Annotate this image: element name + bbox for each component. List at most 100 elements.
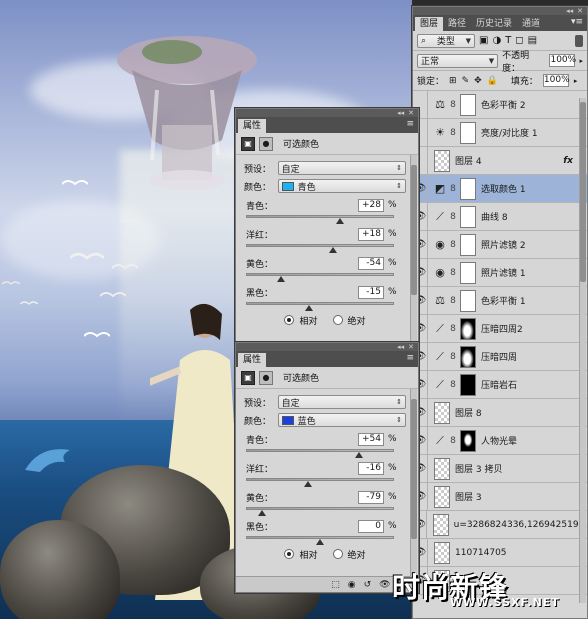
radio-relative[interactable] [284, 315, 295, 325]
slider-track[interactable] [246, 478, 394, 487]
visibility-eye-icon[interactable]: 👁 [379, 580, 390, 590]
slider-thumb[interactable] [336, 218, 345, 224]
lock-transparency-icon[interactable]: ⊞ [449, 76, 457, 86]
close-icon[interactable]: ✕ [408, 109, 414, 117]
tab-properties[interactable]: 属性 [238, 353, 267, 367]
layer-row[interactable]: 👁 ⟋ 8 人物光晕 [413, 427, 587, 455]
link-icon[interactable]: 8 [448, 100, 458, 110]
opacity-input[interactable]: 100% [549, 54, 576, 67]
properties-scrollbar[interactable] [410, 389, 417, 577]
layer-row[interactable]: 👁 图层 8 [413, 399, 587, 427]
mask-icon[interactable]: ● [259, 136, 273, 151]
slider-thumb[interactable] [304, 481, 313, 487]
trash-icon[interactable]: 🗑 [399, 580, 410, 590]
link-icon[interactable]: 8 [448, 128, 458, 138]
selective-color-icon[interactable]: ▣ [241, 370, 255, 385]
link-icon[interactable]: 8 [448, 352, 458, 362]
slider-thumb[interactable] [305, 305, 314, 311]
filter-pixel-icon[interactable]: ▣ [479, 35, 488, 46]
filter-toggle-icon[interactable] [575, 34, 583, 47]
blend-mode-select[interactable]: 正常 ▼ [417, 53, 499, 68]
scrollbar-thumb[interactable] [580, 102, 586, 282]
link-icon[interactable]: 8 [448, 296, 458, 306]
chevron-right-icon[interactable]: ▸ [574, 77, 578, 85]
layer-row[interactable]: 👁 ⟋ 8 压暗四周 [413, 343, 587, 371]
collapse-icon[interactable]: ◂◂ [397, 343, 404, 351]
layer-row[interactable]: 👁 110714705 [413, 539, 587, 567]
slider-track[interactable] [246, 536, 394, 545]
tab-channels[interactable]: 通道 [517, 17, 545, 31]
panel-menu-icon[interactable]: ≡ [406, 353, 414, 363]
panel-grip[interactable]: ◂◂ ✕ [236, 343, 418, 351]
layer-row[interactable]: 👁 ⟋ 8 压暗四周2 [413, 315, 587, 343]
slider-thumb[interactable] [316, 539, 324, 545]
slider-track[interactable] [246, 507, 394, 516]
link-icon[interactable]: 8 [448, 240, 458, 250]
slider-thumb[interactable] [258, 510, 267, 516]
panel-menu-icon[interactable]: ▾≡ [571, 17, 583, 27]
reset-icon[interactable]: ↺ [364, 580, 372, 590]
lock-all-icon[interactable]: 🔒 [487, 76, 498, 86]
clip-to-layer-icon[interactable]: ⬚ [331, 580, 340, 590]
close-icon[interactable]: ✕ [408, 343, 414, 351]
layer-row[interactable]: 👁 [413, 567, 587, 595]
lock-position-icon[interactable]: ✥ [474, 76, 482, 86]
collapse-icon[interactable]: ◂◂ [566, 7, 573, 15]
color-select[interactable]: 青色 ⇕ [277, 179, 406, 193]
layer-row[interactable]: ⚖ 8 色彩平衡 2 [413, 91, 587, 119]
slider-value-input[interactable]: -15 [358, 285, 384, 299]
radio-relative[interactable] [284, 549, 295, 559]
slider-thumb[interactable] [276, 276, 285, 282]
filter-shape-icon[interactable]: ◻ [515, 35, 523, 46]
slider-thumb[interactable] [329, 247, 338, 253]
preset-select[interactable]: 自定 ⇕ [277, 395, 406, 409]
filter-adjust-icon[interactable]: ◑ [492, 35, 501, 46]
slider-value-input[interactable]: -16 [358, 461, 384, 475]
scrollbar-thumb[interactable] [411, 165, 417, 295]
tab-paths[interactable]: 路径 [443, 17, 471, 31]
slider-track[interactable] [246, 244, 394, 253]
layer-row[interactable]: 👁 图层 3 拷贝 [413, 455, 587, 483]
panel-grip[interactable]: ◂◂ ✕ [236, 109, 418, 117]
slider-value-input[interactable]: -79 [358, 490, 384, 504]
chevron-right-icon[interactable]: ▸ [579, 57, 583, 65]
close-icon[interactable]: ✕ [577, 7, 583, 15]
layer-row[interactable]: 👁 ◉ 8 照片滤镜 1 [413, 259, 587, 287]
preset-select[interactable]: 自定 ⇕ [277, 161, 406, 175]
slider-value-input[interactable]: +28 [358, 198, 384, 212]
filter-type-icon[interactable]: T [505, 35, 511, 46]
slider-track[interactable] [246, 273, 394, 282]
layer-row[interactable]: 图层 4 fx [413, 147, 587, 175]
slider-value-input[interactable]: +54 [358, 432, 384, 446]
filter-smart-icon[interactable]: ▤ [528, 35, 537, 46]
scrollbar-thumb[interactable] [411, 399, 417, 539]
layer-row[interactable]: ☀ 8 亮度/对比度 1 [413, 119, 587, 147]
fx-icon[interactable]: fx [563, 156, 573, 166]
slider-track[interactable] [246, 215, 394, 224]
properties-scrollbar[interactable] [410, 155, 417, 341]
layer-row[interactable]: 👁 u=3286824336,1269425191... [413, 511, 587, 539]
link-icon[interactable]: 8 [448, 324, 458, 334]
layer-kind-select[interactable]: ⌕ 类型 ▼ [417, 33, 475, 48]
tab-layers[interactable]: 图层 [415, 17, 444, 31]
radio-absolute[interactable] [332, 549, 343, 559]
radio-absolute[interactable] [332, 315, 343, 325]
link-icon[interactable]: 8 [448, 212, 458, 222]
slider-track[interactable] [246, 449, 394, 458]
tab-history[interactable]: 历史记录 [471, 17, 517, 31]
color-select[interactable]: 蓝色 ⇕ [277, 413, 406, 427]
link-icon[interactable]: 8 [448, 184, 458, 194]
slider-thumb[interactable] [355, 452, 364, 458]
collapse-icon[interactable]: ◂◂ [397, 109, 404, 117]
view-previous-icon[interactable]: ◉ [348, 580, 356, 590]
lock-pixels-icon[interactable]: ✎ [462, 76, 470, 86]
panel-menu-icon[interactable]: ≡ [406, 119, 414, 129]
link-icon[interactable]: 8 [448, 268, 458, 278]
layer-row[interactable]: 👁 ⟋ 8 压暗岩石 [413, 371, 587, 399]
layer-row[interactable]: 👁 ◩ 8 选取颜色 1 [413, 175, 587, 203]
layer-row[interactable]: 👁 ◉ 8 照片滤镜 2 [413, 231, 587, 259]
slider-value-input[interactable]: +18 [358, 227, 384, 241]
selective-color-icon[interactable]: ▣ [241, 136, 255, 151]
link-icon[interactable]: 8 [448, 436, 458, 446]
layer-row[interactable]: 👁 ⟋ 8 曲线 8 [413, 203, 587, 231]
